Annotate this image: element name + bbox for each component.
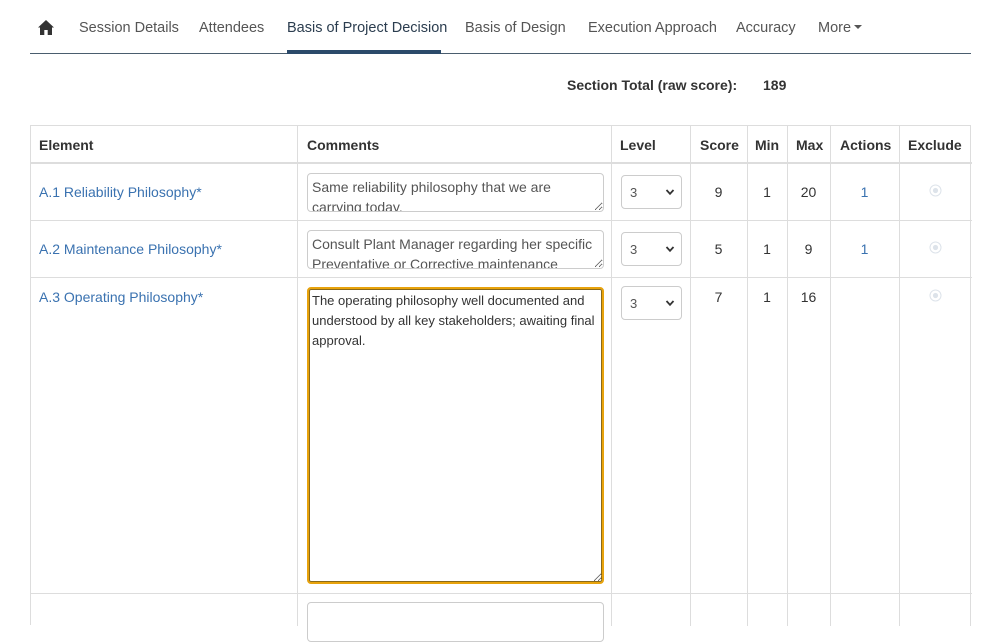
header-max: Max [796,137,824,153]
level-value: 3 [630,296,638,311]
actions-link[interactable]: 1 [830,241,899,257]
column-divider [690,126,691,626]
home-icon[interactable] [37,19,55,37]
column-divider [899,126,900,626]
level-value: 3 [630,242,638,257]
active-tab-indicator [287,50,441,54]
next-row-comment-field[interactable] [307,602,604,642]
tab-execution-approach[interactable]: Execution Approach [588,20,717,36]
header-exclude: Exclude [908,137,962,153]
header-score: Score [700,137,739,153]
exclude-radio-icon[interactable] [929,241,942,254]
exclude-radio-icon[interactable] [929,289,942,302]
score-value: 5 [714,241,723,257]
level-select[interactable]: 3 [621,232,682,266]
tab-basis-of-project-decision[interactable]: Basis of Project Decision [287,20,447,36]
max-value: 16 [800,289,817,305]
header-divider [31,162,972,164]
tab-more[interactable]: More [818,20,863,36]
tab-session-details[interactable]: Session Details [79,20,179,36]
column-divider [611,126,612,626]
row-divider [31,277,972,278]
column-divider [747,126,748,626]
row-divider [31,220,972,221]
column-divider [970,126,971,626]
column-divider [787,126,788,626]
row-divider [31,593,972,594]
element-link[interactable]: A.1 Reliability Philosophy* [39,184,202,200]
comment-field[interactable] [307,230,604,269]
chevron-down-icon [665,189,675,196]
header-level: Level [620,137,656,153]
header-actions: Actions [840,137,892,153]
score-value: 7 [714,289,723,305]
caret-down-icon [854,25,863,30]
min-value: 1 [763,289,771,305]
column-divider [830,126,831,626]
header-min: Min [755,137,780,153]
level-select[interactable]: 3 [621,286,682,320]
element-link[interactable]: A.3 Operating Philosophy* [39,289,203,305]
section-total-label: Section Total (raw score): [567,77,738,93]
element-link[interactable]: A.2 Maintenance Philosophy* [39,241,222,257]
section-total-value: 189 [763,77,787,93]
tab-basis-of-design[interactable]: Basis of Design [465,20,566,36]
header-comments: Comments [307,137,380,153]
min-value: 1 [763,184,771,200]
level-select[interactable]: 3 [621,175,682,209]
min-value: 1 [763,241,771,257]
tab-more-label: More [818,20,852,36]
exclude-radio-icon[interactable] [929,184,942,197]
column-divider [297,126,298,626]
comment-field[interactable] [307,287,604,584]
level-value: 3 [630,185,638,200]
score-value: 9 [714,184,723,200]
actions-link[interactable]: 1 [830,184,899,200]
tab-accuracy[interactable]: Accuracy [736,20,796,36]
comment-field[interactable] [307,173,604,212]
max-value: 20 [800,184,817,200]
tab-attendees[interactable]: Attendees [199,20,264,36]
top-nav: Session Details Attendees Basis of Proje… [30,0,971,54]
header-element: Element [39,137,94,153]
chevron-down-icon [665,300,675,307]
elements-table: Element Comments Level Score Min Max Act… [30,125,972,642]
max-value: 9 [804,241,813,257]
chevron-down-icon [665,246,675,253]
